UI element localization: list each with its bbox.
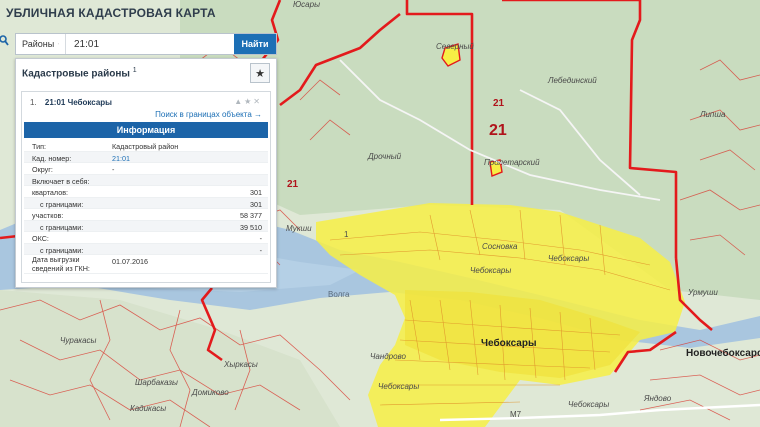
map-label-district-21-a: 21	[493, 98, 505, 109]
info-row-parcels-bounded: с границами: 39 510	[24, 220, 268, 232]
map-label-lebedinsky: Лебединский	[548, 76, 597, 85]
search-in-bounds-link[interactable]: Поиск в границах объекта →	[155, 110, 262, 119]
info-row-kvartals: кварталов: 301	[24, 186, 268, 198]
info-key: ОКС:	[32, 234, 49, 243]
map-label-kadikasy: Кадикасы	[130, 404, 167, 413]
star-icon[interactable]: ★	[250, 63, 270, 83]
info-row-oks: ОКС: -	[24, 232, 268, 244]
info-value: 301	[250, 188, 262, 197]
info-key: Округ:	[32, 165, 53, 174]
chevron-down-icon	[58, 43, 59, 45]
result-header: 1. 21:01 Чебоксары	[30, 98, 112, 107]
panel-title-text: Кадастровые районы	[22, 68, 130, 80]
info-row-includes: Включает в себя:	[24, 174, 268, 186]
info-row-okrug: Округ: -	[24, 163, 268, 175]
app-title: УБЛИЧНАЯ КАДАСТРОВАЯ КАРТА	[6, 6, 216, 20]
star-outline-icon[interactable]: ★	[244, 97, 253, 106]
map-label-chandrovo: Чандрово	[370, 352, 407, 361]
info-row-oks-bounded: с границами: -	[24, 243, 268, 255]
map-label-sharbakasy: Шарбаказы	[135, 378, 178, 387]
map-label-volga: Волга	[328, 290, 350, 299]
panel-title: Кадастровые районы 1	[22, 67, 137, 79]
map-label-sosnovka: Сосновка	[482, 242, 518, 251]
result-card[interactable]: 1. 21:01 Чебоксары ▲★✕ Поиск в границах …	[21, 91, 271, 283]
map-label-domikovo: Домиково	[192, 388, 229, 397]
info-header: Информация	[24, 122, 268, 138]
map-label-churakasy: Чуракасы	[60, 336, 97, 345]
map-label-proletarsky: Пролетарский	[484, 158, 540, 167]
info-row-type: Тип: Кадастровый район	[24, 140, 268, 152]
info-value: -	[259, 245, 262, 255]
map-label-khyrkasy: Хыркасы	[224, 360, 258, 369]
panel-count: 1	[132, 67, 137, 74]
map-label-cheboksary-bottom-a: Чебоксары	[378, 382, 420, 391]
info-key: с границами:	[40, 222, 84, 232]
map-label-cheboksary-mid: Чебоксары	[470, 266, 512, 275]
search-type-label: Районы	[22, 39, 55, 49]
info-key: Кад. номер:	[32, 153, 72, 163]
warning-icon[interactable]: ▲	[234, 97, 244, 106]
info-row-kvartals-bounded: с границами: 301	[24, 197, 268, 209]
search-type-dropdown[interactable]: Районы	[16, 34, 66, 54]
card-actions: ▲★✕	[234, 97, 262, 106]
info-value: -	[259, 234, 262, 243]
info-key: Дата выгрузки сведений из ГКН:	[32, 255, 90, 273]
info-key: с границами:	[40, 199, 84, 209]
map-label-severny: Северный	[436, 42, 474, 51]
search-input[interactable]	[66, 34, 262, 54]
map-label-yandovo: Яндово	[644, 394, 672, 403]
map-label-district-21-c: 21	[287, 179, 299, 190]
info-value: 39 510	[240, 222, 262, 232]
info-value: 301	[250, 199, 262, 209]
map-label-dronochny: Дрочный	[368, 152, 402, 161]
map-label-cheboksary-bottom-b: Чебоксары	[568, 400, 610, 409]
info-key: с границами:	[40, 245, 84, 255]
map-label-yusary: Юсары	[293, 0, 320, 9]
info-table: Тип: Кадастровый район Кад. номер: 21:01…	[24, 140, 268, 274]
map-label-district-21-b: 21	[489, 122, 507, 139]
result-index: 1.	[30, 98, 37, 107]
info-row-parcels: участков: 58 377	[24, 209, 268, 221]
map-label-lipsha: Липша	[700, 110, 726, 119]
info-value: Кадастровый район	[112, 142, 179, 151]
map-label-district-1: 1	[344, 230, 349, 239]
map-label-mukhino: Мукши	[286, 224, 312, 233]
info-value: 58 377	[240, 211, 262, 220]
info-value: -	[112, 165, 115, 174]
map-label-m7: М7	[510, 410, 522, 419]
close-icon[interactable]: ✕	[253, 97, 262, 106]
map-label-novocheboksarsk: Новочебоксарс	[686, 348, 760, 359]
info-key: участков:	[32, 211, 64, 220]
map-label-cheboksary-top: Чебоксары	[548, 254, 590, 263]
map-label-cheboksary-city: Чебоксары	[481, 338, 537, 349]
info-key: кварталов:	[32, 188, 69, 197]
results-panel: Кадастровые районы 1 ★ 1. 21:01 Чебоксар…	[15, 58, 277, 288]
cad-number-link[interactable]: 21:01	[112, 154, 130, 163]
map-label-urmushi: Урмуши	[688, 288, 718, 297]
result-name[interactable]: 21:01 Чебоксары	[45, 98, 112, 107]
info-key: Включает в себя:	[32, 176, 90, 186]
info-value: 01.07.2016	[112, 257, 148, 266]
find-button[interactable]: Найти	[234, 34, 276, 54]
info-key: Тип:	[32, 142, 46, 151]
info-row-cad-number: Кад. номер: 21:01	[24, 151, 268, 163]
search-icon[interactable]	[0, 35, 10, 47]
info-row-export-date: Дата выгрузки сведений из ГКН: 01.07.201…	[24, 255, 268, 274]
